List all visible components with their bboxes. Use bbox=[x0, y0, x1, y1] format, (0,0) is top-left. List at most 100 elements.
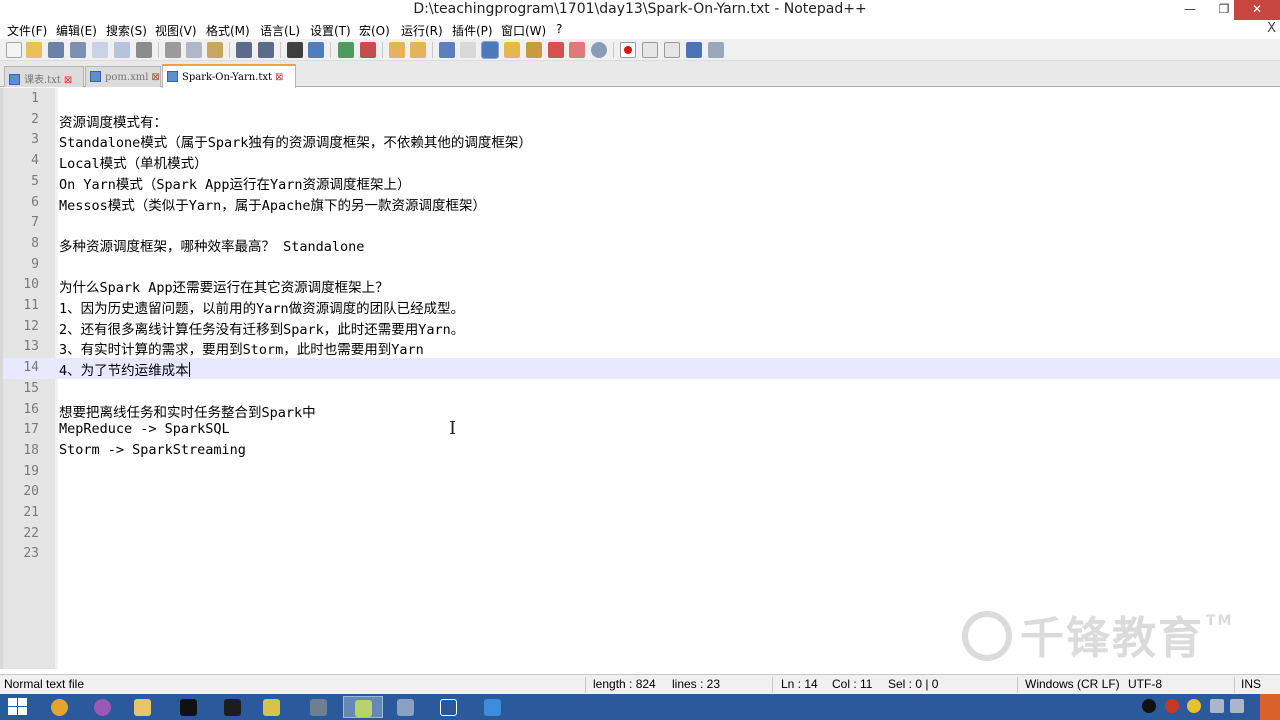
status-encoding[interactable]: UTF-8 bbox=[1128, 677, 1162, 691]
editor-line[interactable]: 12 2、还有很多离线计算任务没有迁移到Spark，此时还需要用Yarn。 bbox=[3, 317, 1280, 338]
tray-record-icon[interactable] bbox=[1165, 699, 1179, 713]
copy-icon[interactable] bbox=[186, 42, 202, 58]
word-wrap-icon[interactable] bbox=[439, 42, 455, 58]
tab-close-icon[interactable]: ⊠ bbox=[275, 72, 283, 83]
sync-horizontal-icon[interactable] bbox=[410, 42, 426, 58]
minimize-button[interactable]: — bbox=[1176, 0, 1204, 20]
chrome-taskbar-icon[interactable] bbox=[40, 696, 80, 718]
status-eol[interactable]: Windows (CR LF) bbox=[1025, 677, 1120, 691]
menu-settings[interactable]: 设置(T) bbox=[310, 22, 351, 39]
editor-line[interactable]: 14 4、为了节约运维成本 bbox=[3, 358, 1280, 380]
editor-line[interactable]: 4 Local模式（单机模式） bbox=[3, 151, 1280, 172]
run-macro-multiple-icon[interactable] bbox=[686, 42, 702, 58]
tray-recording-icon[interactable] bbox=[1142, 699, 1156, 713]
tab-schedule[interactable]: 课表.txt ⊠ bbox=[4, 66, 84, 87]
stop-recording-icon[interactable] bbox=[642, 42, 658, 58]
editor-line[interactable]: 8 多种资源调度框架，哪种效率最高？ Standalone bbox=[3, 234, 1280, 255]
pycharm-taskbar-icon[interactable] bbox=[213, 696, 253, 718]
tab-pom[interactable]: pom.xml ⊠ bbox=[85, 66, 161, 87]
editor-line[interactable]: 9 bbox=[3, 255, 1280, 276]
editor-line[interactable]: 11 1、因为历史遗留问题，以前用的Yarn做资源调度的团队已经成型。 bbox=[3, 296, 1280, 317]
text-editor[interactable]: 1 2 资源调度模式有： 3 Standalone模式（属于Spark独有的资源调度框架… bbox=[0, 88, 1280, 669]
editor-line[interactable]: 20 bbox=[3, 482, 1280, 503]
file-explorer-taskbar-icon[interactable] bbox=[123, 696, 163, 718]
paste-icon[interactable] bbox=[207, 42, 223, 58]
word-taskbar-icon[interactable] bbox=[429, 696, 469, 718]
editor-line[interactable]: 19 bbox=[3, 462, 1280, 483]
undo-icon[interactable] bbox=[236, 42, 252, 58]
tray-ime-icon[interactable] bbox=[1260, 694, 1280, 720]
tab-close-icon[interactable]: ⊠ bbox=[151, 72, 159, 83]
editor-line[interactable]: 10 为什么Spark App还需要运行在其它资源调度框架上？ bbox=[3, 275, 1280, 296]
tray-add-icon[interactable] bbox=[1187, 699, 1201, 713]
intellij-taskbar-icon[interactable] bbox=[169, 696, 209, 718]
menu-window[interactable]: 窗口(W) bbox=[501, 22, 546, 39]
playback-macro-icon[interactable] bbox=[664, 42, 680, 58]
watermark-text: 千锋教育 bbox=[1020, 613, 1204, 664]
editor-line[interactable]: 7 bbox=[3, 213, 1280, 234]
editor-line[interactable]: 21 bbox=[3, 503, 1280, 524]
zoom-out-icon[interactable] bbox=[360, 42, 376, 58]
menu-macro[interactable]: 宏(O) bbox=[359, 22, 390, 39]
editor-line[interactable]: 2 资源调度模式有： bbox=[3, 110, 1280, 131]
editor-line[interactable]: 3 Standalone模式（属于Spark独有的资源调度框架，不依赖其他的调度框… bbox=[3, 130, 1280, 151]
replace-icon[interactable] bbox=[308, 42, 324, 58]
menu-edit[interactable]: 编辑(E) bbox=[56, 22, 97, 39]
menu-language[interactable]: 语言(L) bbox=[260, 22, 300, 39]
record-macro-icon[interactable] bbox=[620, 42, 636, 58]
find-icon[interactable] bbox=[287, 42, 303, 58]
menu-view[interactable]: 视图(V) bbox=[155, 22, 197, 39]
editor-line[interactable]: 18 Storm -> SparkStreaming bbox=[3, 441, 1280, 462]
close-file-icon[interactable] bbox=[92, 42, 108, 58]
tray-network-icon[interactable] bbox=[1210, 699, 1224, 713]
menu-plugins[interactable]: 插件(P) bbox=[452, 22, 493, 39]
editor-line[interactable]: 23 bbox=[3, 544, 1280, 565]
close-document-icon[interactable]: X bbox=[1267, 21, 1276, 36]
show-all-characters-icon[interactable] bbox=[460, 42, 476, 58]
editor-line[interactable]: 6 Messos模式（类似于Yarn，属于Apache旗下的另一款资源调度框架） bbox=[3, 193, 1280, 214]
save-macro-icon[interactable] bbox=[708, 42, 724, 58]
save-icon[interactable] bbox=[48, 42, 64, 58]
window-app-taskbar-icon[interactable] bbox=[386, 696, 426, 718]
colorful-app-taskbar-icon[interactable] bbox=[83, 696, 123, 718]
green-app-taskbar-icon[interactable] bbox=[252, 696, 292, 718]
terminal-taskbar-icon[interactable] bbox=[299, 696, 339, 718]
tab-close-icon[interactable]: ⊠ bbox=[64, 75, 72, 86]
windows-start-icon[interactable] bbox=[8, 698, 28, 716]
menu-file[interactable]: 文件(F) bbox=[7, 22, 47, 39]
sync-vertical-icon[interactable] bbox=[389, 42, 405, 58]
close-button[interactable]: ✕ bbox=[1234, 0, 1280, 20]
cut-icon[interactable] bbox=[165, 42, 181, 58]
editor-line[interactable]: 5 On Yarn模式（Spark App运行在Yarn资源调度框架上） bbox=[3, 172, 1280, 193]
open-file-icon[interactable] bbox=[26, 42, 42, 58]
line-number: 19 bbox=[23, 463, 39, 479]
menu-run[interactable]: 运行(R) bbox=[401, 22, 443, 39]
folder-workspace-icon[interactable] bbox=[569, 42, 585, 58]
function-list-icon[interactable] bbox=[548, 42, 564, 58]
document-map-icon[interactable] bbox=[526, 42, 542, 58]
status-separator bbox=[772, 677, 773, 693]
editor-line[interactable]: 17 MepReduce -> SparkSQL bbox=[3, 420, 1280, 441]
tray-volume-icon[interactable] bbox=[1230, 699, 1244, 713]
editor-line[interactable]: 13 3、有实时计算的需求，要用到Storm，此时也需要用到Yarn bbox=[3, 337, 1280, 358]
menu-format[interactable]: 格式(M) bbox=[206, 22, 250, 39]
tab-label: 课表.txt bbox=[24, 75, 61, 86]
print-icon[interactable] bbox=[136, 42, 152, 58]
network-app-taskbar-icon[interactable] bbox=[473, 696, 513, 718]
editor-line[interactable]: 16 想要把离线任务和实时任务整合到Spark中 bbox=[3, 400, 1280, 421]
editor-line[interactable]: 15 bbox=[3, 379, 1280, 400]
menu-search[interactable]: 搜索(S) bbox=[106, 22, 147, 39]
indent-guide-icon[interactable] bbox=[481, 41, 499, 59]
tab-spark-on-yarn[interactable]: Spark-On-Yarn.txt ⊠ bbox=[162, 64, 296, 88]
user-language-icon[interactable] bbox=[504, 42, 520, 58]
close-all-icon[interactable] bbox=[114, 42, 130, 58]
redo-icon[interactable] bbox=[258, 42, 274, 58]
save-all-icon[interactable] bbox=[70, 42, 86, 58]
new-file-icon[interactable] bbox=[6, 42, 22, 58]
notepadpp-taskbar-icon[interactable] bbox=[343, 696, 383, 718]
menu-help[interactable]: ? bbox=[556, 22, 562, 36]
editor-line[interactable]: 1 bbox=[3, 89, 1280, 110]
monitoring-icon[interactable] bbox=[591, 42, 607, 58]
zoom-in-icon[interactable] bbox=[338, 42, 354, 58]
editor-line[interactable]: 22 bbox=[3, 524, 1280, 545]
